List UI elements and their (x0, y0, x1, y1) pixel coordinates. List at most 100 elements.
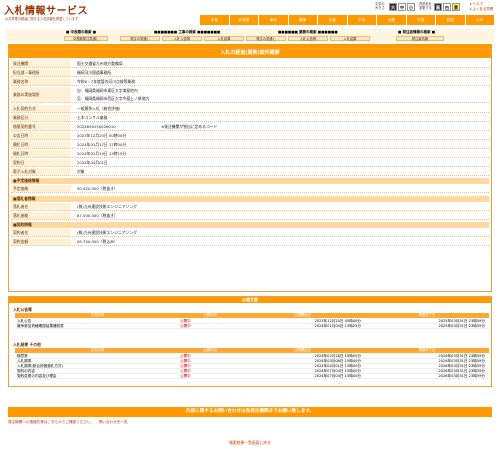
doc-status: 公開中 (180, 364, 191, 368)
doc-link[interactable]: 契約の内容 (15, 369, 180, 373)
nav-group-gyomu: ■■■■■■ 業務の検索 ■■■■■■ (278, 30, 338, 34)
color-label-2: 変更する (419, 6, 432, 10)
field-row: 発注機関 国土交通省九州地方整備局 (11, 60, 489, 68)
region-tab-shikoku[interactable]: 四国 (436, 15, 466, 25)
region-tab-hokkaido[interactable]: 北海道 (229, 15, 259, 25)
docs-title: 公開文書 (9, 297, 491, 303)
field-value: 福岡河川国道事務所 (77, 69, 112, 75)
doc-status: 公開中 (180, 354, 191, 358)
doc-link[interactable]: 入札公告 (15, 319, 180, 323)
field-label: 業務名称 (11, 78, 71, 85)
region-tab-kanto[interactable]: 関東 (288, 15, 318, 25)
section-header-rakusatsu: ■落札者情報 (11, 196, 489, 202)
color-black-button[interactable]: 黒 (434, 3, 442, 11)
col-header-status: 公開状況 (203, 348, 217, 352)
region-tab-hokuriku[interactable]: 北陸 (318, 15, 348, 25)
table-row: 競争参加資格確認結果通知書 公開中 2024年01月04日 15時25分 202… (15, 324, 489, 329)
doc-status: 公開中 (180, 319, 191, 323)
field-row: 業務名称 令和6・7年度管内河川点検等業務 (11, 78, 489, 86)
nav-group-koji: ■■■■■■■ 工事の検索 ■■■■■■■ (154, 30, 221, 34)
field-value: 2024年01月17日 17時00分 (77, 141, 127, 147)
region-tab-kinki[interactable]: 近畿 (377, 15, 407, 25)
back-to-results-link[interactable]: 検索結果一覧画面に戻る (0, 440, 500, 446)
doc-link[interactable]: 契約変更の内容及び理由 (15, 374, 180, 378)
field-label: 契約金額 (11, 238, 71, 245)
doc-status: 公開中 (180, 369, 191, 373)
field-row: 開札日時 2024年02月19日 13時15分 (11, 150, 489, 158)
nav-group-chuchoki: ■ 中長期の検索 ■ (66, 30, 97, 34)
doc-start: 2024年07月04日 15時00分 (314, 374, 361, 378)
nav-koji-kekka[interactable]: 入札結果 (204, 36, 244, 41)
doc-status: 公開中 (180, 359, 191, 363)
doc-end: 2025年03月31日 23時59分 (438, 324, 485, 328)
col-header-end: 掲載終了日 (418, 348, 436, 352)
public-docs-panel: 公開文書 入札公告等 文書名称 公開状況 公開開始日 掲載終了日 入札公告 公開… (8, 296, 492, 387)
field-row: 契約者名 (株)九州建設技術エンジニアリング (11, 229, 489, 237)
doc-end: 2026年03月31日 23時59分 (438, 364, 485, 368)
doc-link[interactable]: 随意書 (15, 354, 180, 358)
region-tab-tohoku[interactable]: 東北 (259, 15, 289, 25)
region-tabs: 本省 北海道 東北 関東 北陸 中部 近畿 中国 四国 九州 (200, 15, 494, 25)
font-size-large-button[interactable]: 大 (389, 3, 397, 11)
region-tab-chubu[interactable]: 中部 (347, 15, 377, 25)
doc-end: 2026年03月31日 23時59分 (438, 359, 485, 363)
field-value: 一般競争入札（総合評価） (77, 105, 123, 111)
contact-list-link[interactable]: 問い合わせ先一覧 (99, 420, 128, 424)
nav-koji-kokoku[interactable]: 入札公告等 (162, 36, 202, 41)
field-label: 契約者名 (11, 229, 71, 236)
field-row: 業務の実施場所 自：福岡県福岡市東区大字津屋地内 至：福岡県福岡市西区大字今宿上… (11, 87, 489, 103)
doc-link[interactable]: 入札調書 (15, 359, 180, 363)
field-value: 2024895250026010 (77, 124, 116, 129)
field-row: 契約日 2024年04月01日 (11, 159, 489, 167)
field-label: 開札日時 (11, 150, 71, 157)
page-header: 入札情報サービス 公共事業の調達に関する入札情報を掲載しています 文字の 大きさ… (0, 0, 500, 27)
doc-start: 2024年04月01日 15時00分 (314, 364, 361, 368)
color-yellow-button[interactable]: 黄 (452, 3, 460, 11)
field-row: 契約金額 95,700,000（税込み） (11, 238, 489, 246)
nav-hatchusha-joho[interactable]: 発注者情報 (396, 36, 444, 41)
font-size-medium-button[interactable]: 中 (398, 3, 406, 11)
nav-gyomu-kekka[interactable]: 入札結果 (330, 36, 370, 41)
color-white-button[interactable]: 白 (443, 3, 451, 11)
field-row: 電子入札対象 対象 (11, 168, 489, 176)
field-label: 入札契約方式 (11, 105, 71, 112)
col-header-name: 文書名称 (90, 313, 105, 317)
help-link-label: ヘルプ (472, 2, 483, 6)
nav-gyomu-kokoku[interactable]: 入札公告等 (288, 36, 328, 41)
field-label: 公告日時 (11, 132, 71, 139)
doc-start: 2024年07月04日 15時00分 (314, 369, 361, 373)
nav-koji-mitoshi[interactable]: 発注の見通し (120, 36, 160, 41)
region-tab-chugoku[interactable]: 中国 (406, 15, 436, 25)
help-links: ▸ ヘルプ ▸ よくある質問 (470, 2, 493, 12)
table-row: 契約変更の内容及び理由 公開中 2024年07月04日 15時00分 2026年… (15, 374, 489, 379)
font-size-label: 文字の 大きさ (375, 2, 385, 10)
site-title[interactable]: 入札情報サービス (4, 2, 88, 17)
field-value: 2024年02月19日 13時15分 (77, 150, 127, 156)
field-note: ※発注機関が独自に定めるコード (161, 123, 218, 129)
doc-link[interactable]: 入札調書(総合評価落札方式) (15, 364, 180, 368)
doc-end: 2026年03月31日 23時59分 (438, 354, 485, 358)
doc-end: 2026年03月31日 23時59分 (438, 369, 485, 373)
contact-links: 発注機関への連絡先等はこちらからご確認ください。 問い合わせ先一覧 (8, 419, 492, 425)
faq-link[interactable]: ▸ よくある質問 (470, 7, 493, 12)
contact-info-link[interactable]: 発注機関への連絡先等はこちらからご確認ください。 (8, 420, 94, 424)
doc-status: 公開中 (180, 324, 191, 328)
field-row: 落札者名 (株)九州建設技術エンジニアリング (11, 203, 489, 211)
field-value: 自：福岡県福岡市東区大字津屋地内 (77, 88, 138, 93)
field-value: 土木コンサル業務 (77, 114, 108, 120)
field-row: 担当部・事務所 福岡河川国道事務所 (11, 69, 489, 77)
nav-chuchoki-mitoshi[interactable]: 中長期発注見通し (64, 36, 108, 41)
nav-gyomu-mitoshi[interactable]: 発注の見通し (246, 36, 286, 41)
field-value: (株)九州建設技術エンジニアリング (77, 229, 137, 235)
region-tab-kyushu[interactable]: 九州 (465, 15, 494, 25)
field-row: 開札日時 2024年01月17日 17時00分 (11, 141, 489, 149)
field-label: 落札者名 (11, 203, 71, 210)
detail-title: 入札の経過(業務)案件概要 (9, 49, 491, 58)
doc-link[interactable]: 競争参加資格確認結果通知書 (15, 324, 180, 328)
field-label: 随意契約番号 (11, 123, 71, 130)
region-tab-honsho[interactable]: 本省 (200, 15, 230, 25)
font-size-small-button[interactable]: 小 (407, 3, 415, 11)
section-header-keiyaku: ■契約情報 (11, 222, 489, 228)
field-label: 発注機関 (11, 60, 71, 67)
color-label: 背景色を 変更する (419, 2, 432, 10)
